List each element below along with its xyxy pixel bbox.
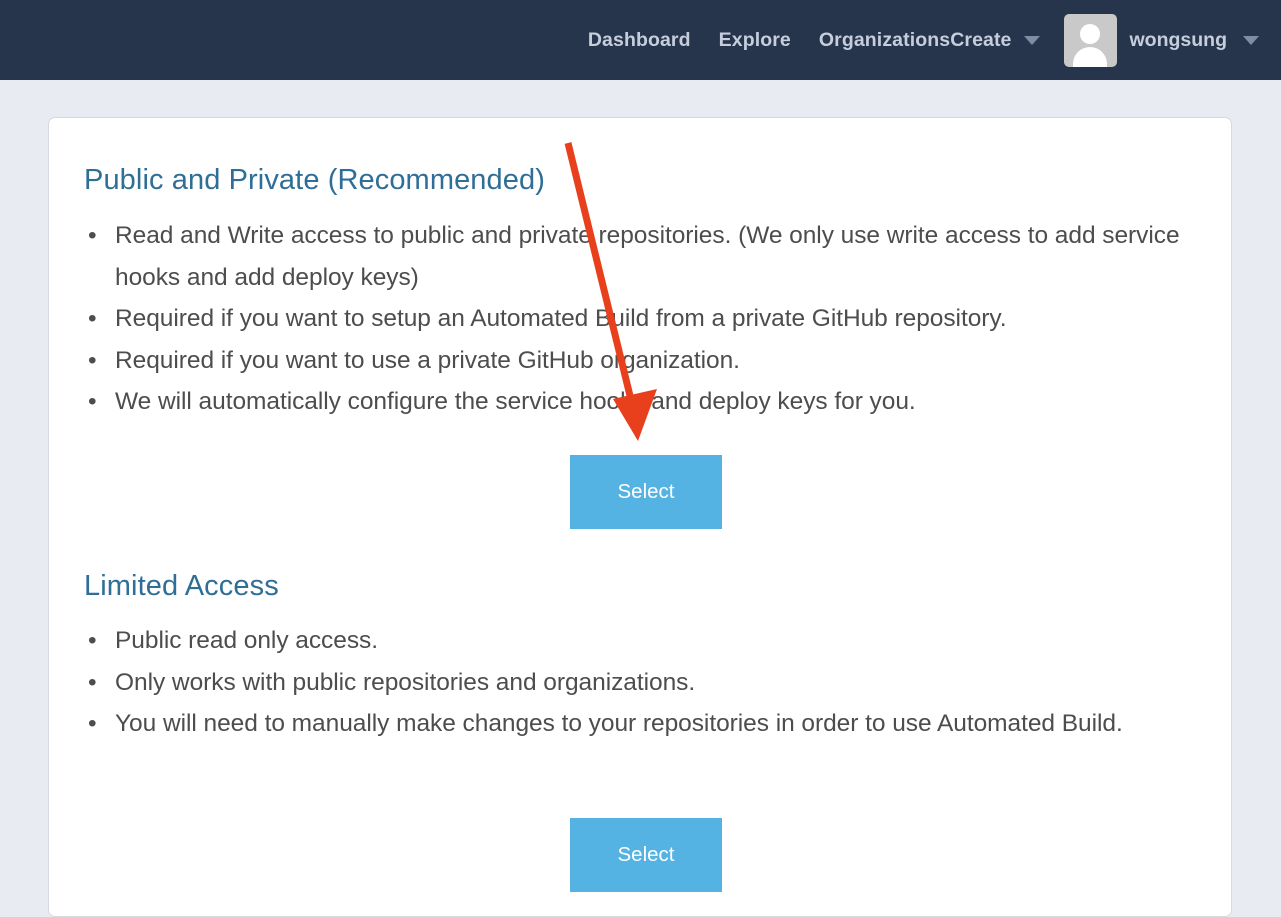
nav-link-dashboard[interactable]: Dashboard bbox=[588, 29, 691, 52]
nav-create-menu[interactable]: Create bbox=[950, 29, 1039, 52]
user-avatar-icon bbox=[1064, 14, 1117, 67]
chevron-down-icon bbox=[1024, 36, 1040, 45]
section-bullets-public-and-private: Read and Write access to public and priv… bbox=[84, 215, 1194, 423]
nav-links-container: Dashboard Explore Organizations Create w… bbox=[588, 0, 1281, 80]
nav-link-organizations[interactable]: Organizations bbox=[819, 29, 950, 52]
list-item: Read and Write access to public and priv… bbox=[84, 215, 1194, 298]
list-item: Required if you want to use a private Gi… bbox=[84, 340, 1194, 382]
nav-user-name: wongsung bbox=[1130, 29, 1227, 52]
top-navigation-bar: Dashboard Explore Organizations Create w… bbox=[0, 0, 1281, 80]
avatar-body-shape bbox=[1073, 47, 1107, 67]
select-button-public-and-private[interactable]: Select bbox=[570, 455, 722, 529]
list-item: We will automatically configure the serv… bbox=[84, 381, 1194, 423]
list-item: Only works with public repositories and … bbox=[84, 662, 1194, 704]
list-item: Public read only access. bbox=[84, 620, 1194, 662]
chevron-down-icon bbox=[1243, 36, 1259, 45]
list-item: Required if you want to setup an Automat… bbox=[84, 298, 1194, 340]
nav-user-menu[interactable]: wongsung bbox=[1064, 14, 1259, 67]
section-bullets-limited-access: Public read only access. Only works with… bbox=[84, 620, 1194, 745]
list-item: You will need to manually make changes t… bbox=[84, 703, 1194, 745]
select-button-limited-access[interactable]: Select bbox=[570, 818, 722, 892]
nav-link-explore[interactable]: Explore bbox=[719, 29, 791, 52]
section-title-public-and-private: Public and Private (Recommended) bbox=[84, 164, 545, 197]
nav-create-label: Create bbox=[950, 29, 1011, 52]
avatar-head-shape bbox=[1080, 24, 1100, 44]
access-level-card: Public and Private (Recommended) Read an… bbox=[48, 117, 1232, 917]
section-title-limited-access: Limited Access bbox=[84, 570, 279, 603]
